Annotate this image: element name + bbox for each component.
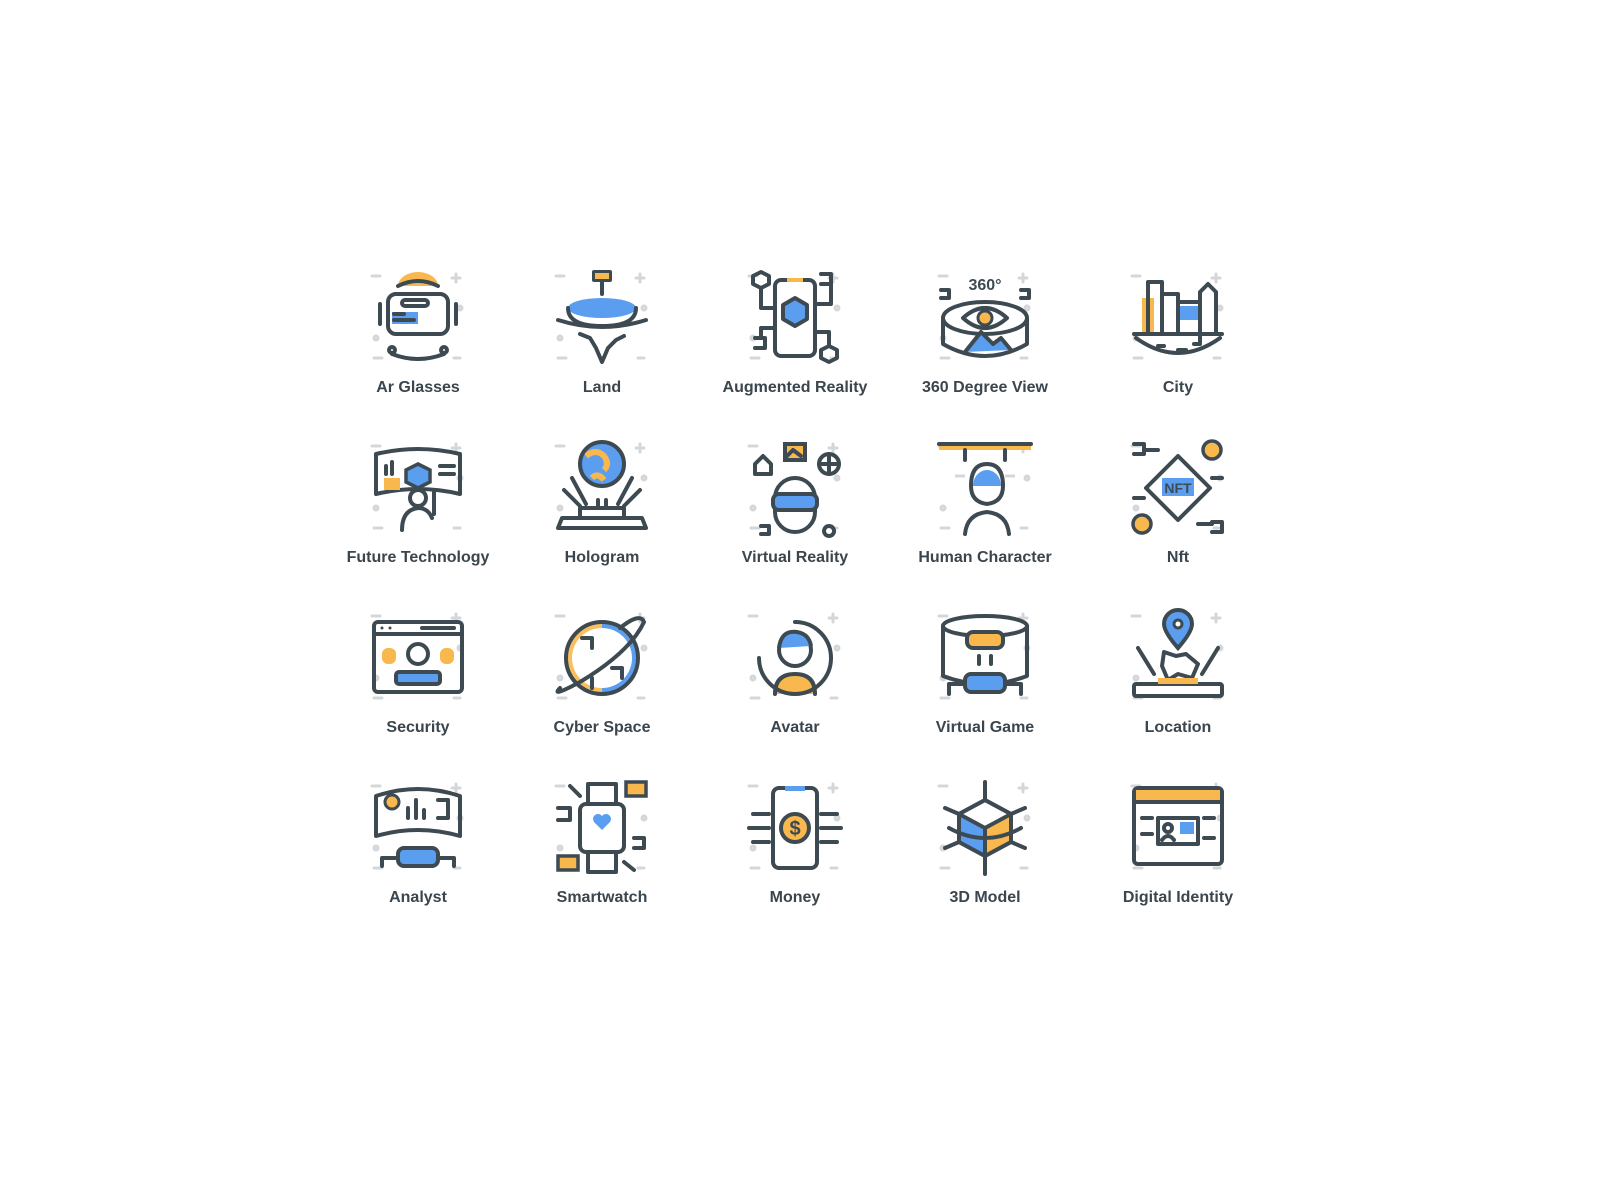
icon-label: Virtual Reality bbox=[741, 549, 849, 566]
svg-text:NFT: NFT bbox=[1164, 480, 1192, 496]
icon-tile: Augmented Reality bbox=[695, 268, 895, 397]
icon-label: Hologram bbox=[564, 549, 640, 566]
icon-set-grid: Ar Glasses Land Augmented Reality 360° 360 D… bbox=[0, 0, 1600, 1200]
icon-tile: Ar Glasses bbox=[318, 268, 518, 397]
svg-text:360°: 360° bbox=[968, 277, 1001, 294]
avatar-icon bbox=[747, 612, 841, 700]
icon-label: Location bbox=[1144, 719, 1212, 736]
icon-tile: Hologram bbox=[502, 438, 702, 567]
cyber-space-icon bbox=[554, 612, 648, 700]
icon-tile: $ Money bbox=[695, 778, 895, 907]
human-character-icon bbox=[937, 442, 1033, 536]
icon-tile: Location bbox=[1078, 608, 1278, 737]
icon-label: Ar Glasses bbox=[376, 379, 460, 396]
icon-label: Future Technology bbox=[346, 549, 490, 566]
icon-label: 360 Degree View bbox=[921, 379, 1048, 396]
icon-tile: Cyber Space bbox=[502, 608, 702, 737]
nft-icon: NFT bbox=[1130, 439, 1224, 535]
location-icon bbox=[1130, 608, 1224, 700]
icon-tile: Security bbox=[318, 608, 518, 737]
3d-model-icon bbox=[937, 780, 1031, 876]
icon-tile: Virtual Game bbox=[885, 608, 1085, 737]
hologram-icon bbox=[554, 440, 648, 530]
money-icon: $ bbox=[747, 782, 843, 870]
icon-label: Human Character bbox=[918, 549, 1052, 566]
icon-label: Cyber Space bbox=[553, 719, 651, 736]
icon-tile: Future Technology bbox=[318, 438, 518, 567]
icon-label: Augmented Reality bbox=[722, 379, 868, 396]
icon-tile: Digital Identity bbox=[1078, 778, 1278, 907]
icon-tile: Smartwatch bbox=[502, 778, 702, 907]
land-icon bbox=[554, 270, 648, 364]
icon-label: Security bbox=[386, 719, 450, 736]
360-degree-view-icon: 360° bbox=[937, 272, 1031, 360]
icon-label: Money bbox=[769, 889, 821, 906]
icon-tile: Land bbox=[502, 268, 702, 397]
icon-label: Digital Identity bbox=[1122, 889, 1234, 906]
city-icon bbox=[1130, 272, 1224, 360]
virtual-game-icon bbox=[937, 612, 1031, 700]
icon-tile: Analyst bbox=[318, 778, 518, 907]
icon-label: 3D Model bbox=[949, 889, 1021, 906]
icon-label: Virtual Game bbox=[935, 719, 1035, 736]
virtual-reality-icon bbox=[747, 442, 841, 538]
icon-tile: NFT Nft bbox=[1078, 438, 1278, 567]
smartwatch-icon bbox=[554, 780, 648, 874]
icon-tile: Human Character bbox=[885, 438, 1085, 567]
augmented-reality-icon bbox=[747, 270, 841, 364]
icon-tile: Avatar bbox=[695, 608, 895, 737]
analyst-icon bbox=[370, 782, 464, 870]
icon-label: Nft bbox=[1166, 549, 1190, 566]
icon-tile: City bbox=[1078, 268, 1278, 397]
icon-label: Avatar bbox=[770, 719, 820, 736]
icon-label: Smartwatch bbox=[556, 889, 648, 906]
future-technology-icon bbox=[370, 442, 464, 532]
icon-label: Land bbox=[582, 379, 622, 396]
icon-tile: 3D Model bbox=[885, 778, 1085, 907]
security-icon bbox=[370, 612, 464, 700]
icon-tile: 360° 360 Degree View bbox=[885, 268, 1085, 397]
digital-identity-icon bbox=[1130, 782, 1224, 870]
icon-label: City bbox=[1162, 379, 1194, 396]
ar-glasses-icon bbox=[370, 272, 464, 361]
icon-label: Analyst bbox=[389, 889, 447, 906]
svg-text:$: $ bbox=[789, 818, 800, 840]
icon-tile: Virtual Reality bbox=[695, 438, 895, 567]
